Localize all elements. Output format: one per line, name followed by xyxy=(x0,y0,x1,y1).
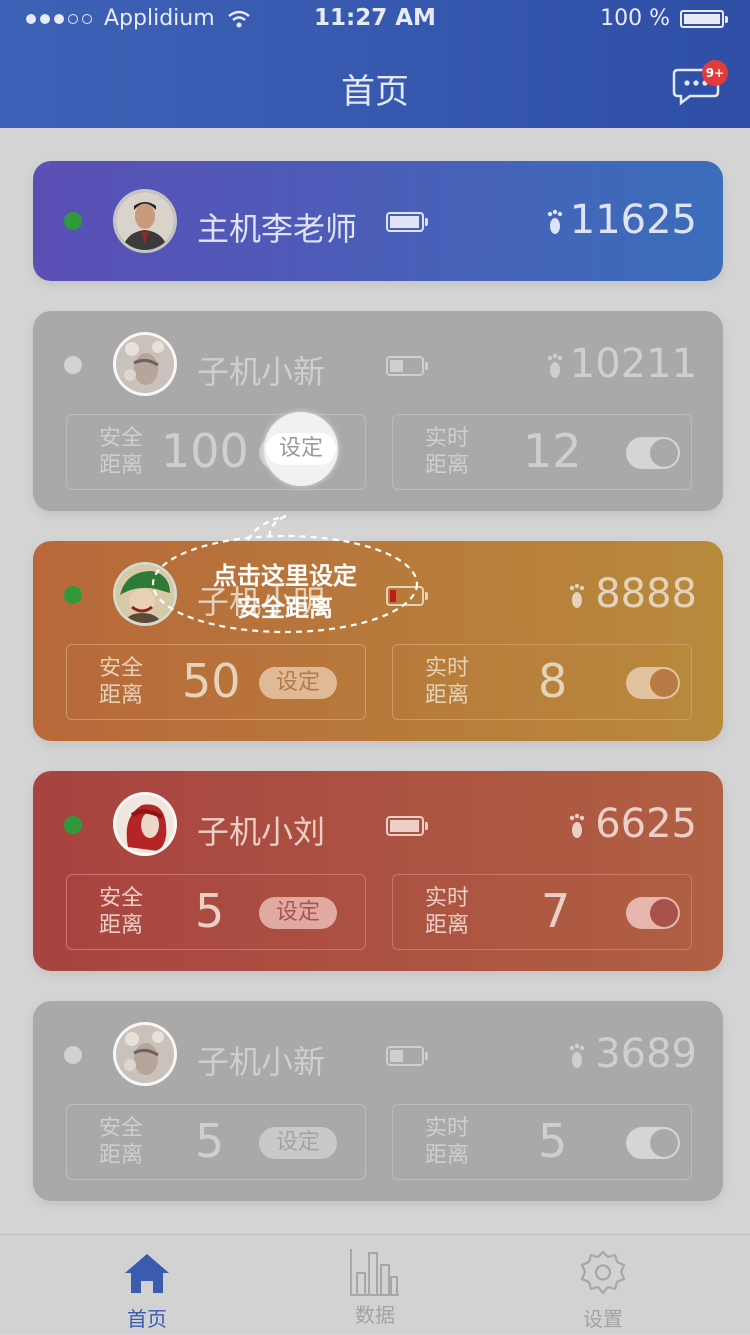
tab-label: 设置 xyxy=(583,1307,623,1331)
battery-percent: 100 % xyxy=(600,6,670,31)
tutorial-text: 点击这里设定 安全距离 xyxy=(150,560,420,624)
child-card[interactable]: 子机小刘 6625 安全 距离 5 设定 实时 距离 7 xyxy=(33,771,723,971)
header: Applidium 11:27 AM 100 % 首页 9+ xyxy=(0,0,750,128)
realtime-distance-label: 实时 距离 xyxy=(425,656,470,708)
toggle-knob xyxy=(650,899,678,927)
realtime-distance-box: 实时 距离 8 xyxy=(392,644,692,720)
bar-chart-icon xyxy=(350,1249,399,1296)
step-count: 3689 xyxy=(595,1031,697,1077)
step-count: 8888 xyxy=(595,571,697,617)
avatar xyxy=(113,1022,177,1086)
tab-label: 首页 xyxy=(127,1307,167,1331)
toggle-knob xyxy=(650,1129,678,1157)
tutorial-spotlight[interactable]: 设定 xyxy=(264,412,338,486)
footprint-icon xyxy=(569,813,585,838)
tutorial-line-1: 点击这里设定 xyxy=(213,562,357,590)
realtime-distance-box: 实时 距离 7 xyxy=(392,874,692,950)
avatar xyxy=(113,189,177,253)
tutorial-line-2: 安全距离 xyxy=(237,594,333,622)
online-indicator xyxy=(64,356,82,374)
realtime-distance-label: 实时 距离 xyxy=(425,1116,470,1168)
safe-distance-label: 安全 距离 xyxy=(99,1116,144,1168)
battery-indicator xyxy=(386,356,428,376)
safe-distance-label: 安全 距离 xyxy=(99,656,144,708)
realtime-distance-value: 12 xyxy=(523,424,582,478)
tutorial-bubble: 点击这里设定 安全距离 xyxy=(150,542,420,636)
safe-distance-value: 5 xyxy=(195,884,225,938)
child-card[interactable]: 子机小新 3689 安全 距离 5 设定 实时 距离 5 xyxy=(33,1001,723,1201)
battery-level xyxy=(390,360,403,372)
realtime-distance-value: 8 xyxy=(538,654,568,708)
device-name: 子机小新 xyxy=(197,353,326,391)
alarm-toggle[interactable] xyxy=(626,437,680,469)
device-name: 子机小新 xyxy=(197,1043,326,1081)
highlighted-set-button[interactable]: 设定 xyxy=(266,433,336,465)
tab-data[interactable]: 数据 xyxy=(285,1235,465,1335)
message-button[interactable]: 9+ xyxy=(672,60,728,106)
toggle-knob xyxy=(650,439,678,467)
online-indicator xyxy=(64,816,82,834)
battery-level xyxy=(390,1050,403,1062)
tab-home[interactable]: 首页 xyxy=(57,1235,237,1335)
status-bar: Applidium 11:27 AM 100 % xyxy=(0,0,750,40)
avatar-girl-flowers-icon xyxy=(116,1025,174,1083)
safe-distance-label: 安全 距离 xyxy=(99,426,144,478)
battery-icon xyxy=(680,9,728,28)
alarm-toggle[interactable] xyxy=(626,897,680,929)
alarm-toggle[interactable] xyxy=(626,667,680,699)
page-title: 首页 xyxy=(341,72,409,112)
avatar xyxy=(113,332,177,396)
online-indicator xyxy=(64,1046,82,1064)
footprint-icon xyxy=(547,209,563,234)
safe-distance-box: 安全 距离 5 设定 xyxy=(66,1104,366,1180)
battery-level xyxy=(390,820,419,832)
child-card[interactable]: 子机小新 10211 安全 距离 100 设定 实时 距离 12 xyxy=(33,311,723,511)
safe-distance-value: 5 xyxy=(195,1114,225,1168)
device-list: 主机李老师 11625 子机小新 10211 安全 距离 100 实时 距离 1… xyxy=(0,128,750,1234)
battery-level xyxy=(390,216,419,228)
home-icon xyxy=(125,1254,169,1293)
realtime-distance-box: 实时 距离 5 xyxy=(392,1104,692,1180)
tab-settings[interactable]: 设置 xyxy=(513,1235,693,1335)
avatar-man-icon xyxy=(116,192,174,250)
online-indicator xyxy=(64,586,82,604)
set-button[interactable]: 设定 xyxy=(259,897,337,929)
safe-distance-value: 100 xyxy=(161,424,249,478)
footprint-icon xyxy=(569,1043,585,1068)
tab-bar: 首页 数据 设置 xyxy=(0,1234,750,1334)
step-count: 6625 xyxy=(595,801,697,847)
avatar xyxy=(113,792,177,856)
gear-icon xyxy=(580,1250,626,1295)
realtime-distance-box: 实时 距离 12 xyxy=(392,414,692,490)
battery-indicator xyxy=(386,1046,428,1066)
device-name: 子机小刘 xyxy=(197,813,326,851)
avatar-girl-flowers-icon xyxy=(116,335,174,393)
safe-distance-label: 安全 距离 xyxy=(99,886,144,938)
message-badge: 9+ xyxy=(702,60,728,86)
set-button[interactable]: 设定 xyxy=(259,1127,337,1159)
status-right: 100 % xyxy=(600,6,728,31)
tab-label: 数据 xyxy=(355,1303,395,1327)
safe-distance-box: 安全 距离 50 设定 xyxy=(66,644,366,720)
set-button[interactable]: 设定 xyxy=(259,667,337,699)
realtime-distance-label: 实时 距离 xyxy=(425,886,470,938)
battery-indicator xyxy=(386,212,428,232)
avatar-red-hair-icon xyxy=(116,795,174,853)
online-indicator xyxy=(64,212,82,230)
alarm-toggle[interactable] xyxy=(626,1127,680,1159)
master-card[interactable]: 主机李老师 11625 xyxy=(33,161,723,281)
toggle-knob xyxy=(650,669,678,697)
realtime-distance-label: 实时 距离 xyxy=(425,426,470,478)
safe-distance-box: 安全 距离 5 设定 xyxy=(66,874,366,950)
footprint-icon xyxy=(569,583,585,608)
device-name: 主机李老师 xyxy=(197,210,358,248)
step-count: 10211 xyxy=(569,341,697,387)
footprint-icon xyxy=(547,353,563,378)
safe-distance-value: 50 xyxy=(182,654,241,708)
step-count: 11625 xyxy=(569,197,697,243)
battery-indicator xyxy=(386,816,428,836)
realtime-distance-value: 7 xyxy=(541,884,571,938)
realtime-distance-value: 5 xyxy=(538,1114,568,1168)
